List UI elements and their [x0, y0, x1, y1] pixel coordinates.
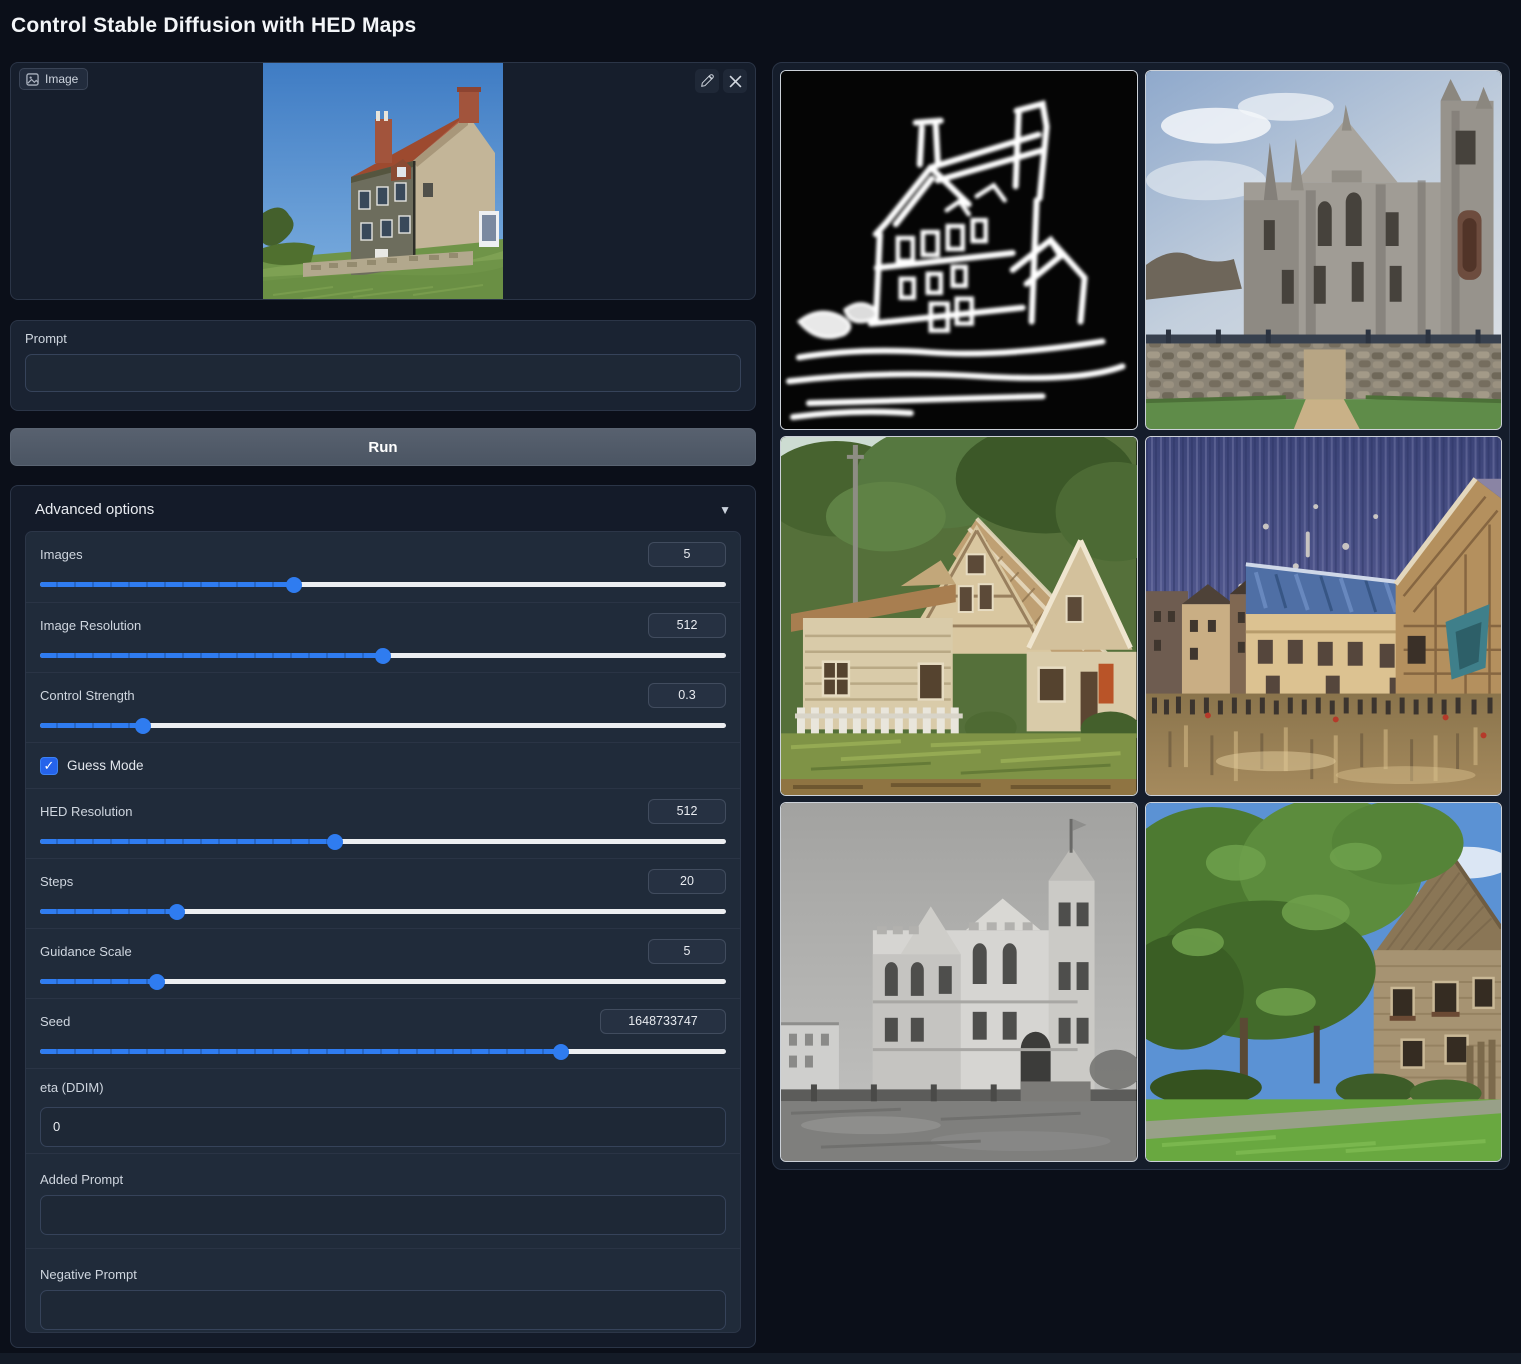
output-gallery [772, 62, 1510, 1170]
slider-thumb[interactable] [286, 577, 302, 593]
image-toolbar [695, 69, 747, 93]
slider-fill [40, 1049, 561, 1054]
slider-fill [40, 979, 157, 984]
check-icon: ✓ [44, 758, 55, 774]
added-prompt-label: Added Prompt [40, 1172, 726, 1187]
hed-map-image [781, 71, 1137, 429]
prompt-input[interactable] [25, 354, 741, 392]
gallery-item-grayscale-building[interactable] [780, 802, 1138, 1162]
slider-fill [40, 909, 177, 914]
slider-thumb[interactable] [135, 718, 151, 734]
guess-mode-row: ✓ Guess Mode [26, 742, 740, 788]
gallery-item-hed-map[interactable] [780, 70, 1138, 430]
image-resolution-slider-track[interactable] [40, 653, 726, 658]
close-icon [729, 75, 742, 88]
image-input-panel[interactable]: Image [10, 62, 756, 300]
impressionist-painting-image [1146, 437, 1502, 795]
control-strength-value-input[interactable]: 0.3 [648, 683, 726, 708]
gallery-item-stone-house[interactable] [1145, 802, 1503, 1162]
slider-thumb[interactable] [553, 1044, 569, 1060]
hed-resolution-value-input[interactable]: 512 [648, 799, 726, 824]
slider-row-guidance-scale: Guidance Scale 5 [26, 928, 740, 998]
added-prompt-input[interactable] [40, 1195, 726, 1235]
slider-label: Image Resolution [40, 618, 141, 633]
slider-fill [40, 653, 383, 658]
guidance-scale-value-input[interactable]: 5 [648, 939, 726, 964]
control-strength-slider-track[interactable] [40, 723, 726, 728]
slider-fill [40, 839, 335, 844]
slider-thumb[interactable] [169, 904, 185, 920]
pencil-icon [700, 74, 714, 88]
slider-row-steps: Steps 20 [26, 858, 740, 928]
gallery-item-cottage-painting[interactable] [780, 436, 1138, 796]
guess-mode-label: Guess Mode [67, 758, 144, 773]
control-column: Image [10, 62, 756, 1348]
accordion-title: Advanced options [35, 501, 154, 518]
added-prompt-row: Added Prompt [26, 1153, 740, 1248]
hed-resolution-slider-track[interactable] [40, 839, 726, 844]
uploaded-image[interactable] [263, 63, 503, 300]
stone-house-image [1146, 803, 1502, 1161]
house-photo-image [263, 63, 503, 300]
images-slider-track[interactable] [40, 582, 726, 587]
run-button[interactable]: Run [10, 428, 756, 466]
image-label: Image [45, 72, 78, 86]
slider-fill [40, 723, 143, 728]
slider-thumb[interactable] [327, 834, 343, 850]
eta-label: eta (DDIM) [40, 1080, 104, 1095]
slider-label: Seed [40, 1014, 70, 1029]
edit-image-button[interactable] [695, 69, 719, 93]
prompt-panel: Prompt [10, 320, 756, 411]
guidance-scale-slider-track[interactable] [40, 979, 726, 984]
slider-row-hed-resolution: HED Resolution 512 [26, 788, 740, 858]
slider-row-image-resolution: Image Resolution 512 [26, 602, 740, 672]
slider-thumb[interactable] [149, 974, 165, 990]
advanced-options-accordion: Advanced options ▼ Images 5 Ima [10, 485, 756, 1348]
grayscale-building-image [781, 803, 1137, 1161]
slider-label: HED Resolution [40, 804, 133, 819]
negative-prompt-row: Negative Prompt [26, 1248, 740, 1332]
slider-label: Control Strength [40, 688, 135, 703]
negative-prompt-input[interactable] [40, 1290, 726, 1330]
accordion-header[interactable]: Advanced options ▼ [25, 486, 741, 531]
eta-input[interactable]: 0 [40, 1107, 726, 1147]
app-root: Control Stable Diffusion with HED Maps I… [0, 0, 1521, 1364]
chevron-down-icon[interactable]: ▼ [719, 503, 731, 517]
slider-thumb[interactable] [375, 648, 391, 664]
slider-fill [40, 582, 294, 587]
gallery-item-impressionist-painting[interactable] [1145, 436, 1503, 796]
eta-row: eta (DDIM) 0 [26, 1068, 740, 1153]
gallery-item-cathedral[interactable] [1145, 70, 1503, 430]
image-icon [26, 73, 39, 86]
cathedral-image [1146, 71, 1502, 429]
slider-label: Steps [40, 874, 73, 889]
negative-prompt-label: Negative Prompt [40, 1267, 726, 1282]
slider-row-control-strength: Control Strength 0.3 [26, 672, 740, 742]
steps-value-input[interactable]: 20 [648, 869, 726, 894]
page-title: Control Stable Diffusion with HED Maps [11, 14, 416, 38]
guess-mode-checkbox[interactable]: ✓ [40, 757, 58, 775]
cottage-painting-image [781, 437, 1137, 795]
footer-strip [0, 1353, 1521, 1364]
images-value-input[interactable]: 5 [648, 542, 726, 567]
clear-image-button[interactable] [723, 69, 747, 93]
prompt-label: Prompt [25, 331, 741, 346]
slider-label: Images [40, 547, 83, 562]
image-label-badge: Image [19, 68, 88, 90]
slider-row-seed: Seed 1648733747 [26, 998, 740, 1068]
image-resolution-value-input[interactable]: 512 [648, 613, 726, 638]
seed-slider-track[interactable] [40, 1049, 726, 1054]
slider-label: Guidance Scale [40, 944, 132, 959]
slider-row-images: Images 5 [26, 532, 740, 602]
steps-slider-track[interactable] [40, 909, 726, 914]
seed-value-input[interactable]: 1648733747 [600, 1009, 726, 1034]
advanced-options-panel: Images 5 Image Resolution 512 [25, 531, 741, 1333]
